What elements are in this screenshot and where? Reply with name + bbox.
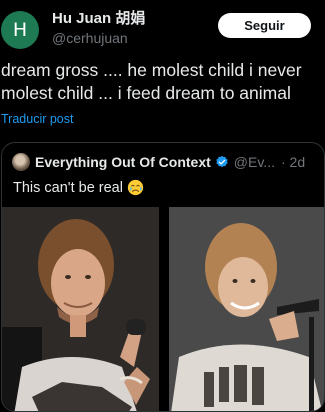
quoted-tweet-text: This can't be real xyxy=(13,179,123,196)
quoted-text-row: This can't be real xyxy=(13,179,144,196)
translate-post-link[interactable]: Traducir post xyxy=(1,112,73,126)
author-avatar[interactable]: H xyxy=(1,11,39,49)
crying-face-icon xyxy=(127,179,144,196)
author-name[interactable]: Hu Juan 胡娟 xyxy=(52,9,145,28)
tweet-text: dream gross .... he molest child i never… xyxy=(1,60,302,103)
author-handle[interactable]: @cerhujuan xyxy=(52,29,145,47)
quoted-tweet[interactable]: Everything Out Of Context @Ev... · 2d Th… xyxy=(1,142,325,412)
quoted-author-handle[interactable]: @Ev... xyxy=(234,154,275,170)
quoted-photo-left[interactable] xyxy=(2,207,159,411)
quoted-author-avatar[interactable] xyxy=(12,153,30,171)
quoted-timestamp[interactable]: · 2d xyxy=(281,154,305,170)
photo-right-image xyxy=(169,207,324,411)
photo-left-image xyxy=(2,207,159,411)
quoted-photo-right[interactable] xyxy=(169,207,324,411)
follow-button[interactable]: Seguir xyxy=(218,13,311,38)
author-block: Hu Juan 胡娟 @cerhujuan xyxy=(52,9,145,47)
quoted-tweet-header: Everything Out Of Context @Ev... · 2d xyxy=(12,152,305,172)
verified-badge-icon xyxy=(216,155,228,168)
quoted-author-name[interactable]: Everything Out Of Context xyxy=(35,154,211,170)
